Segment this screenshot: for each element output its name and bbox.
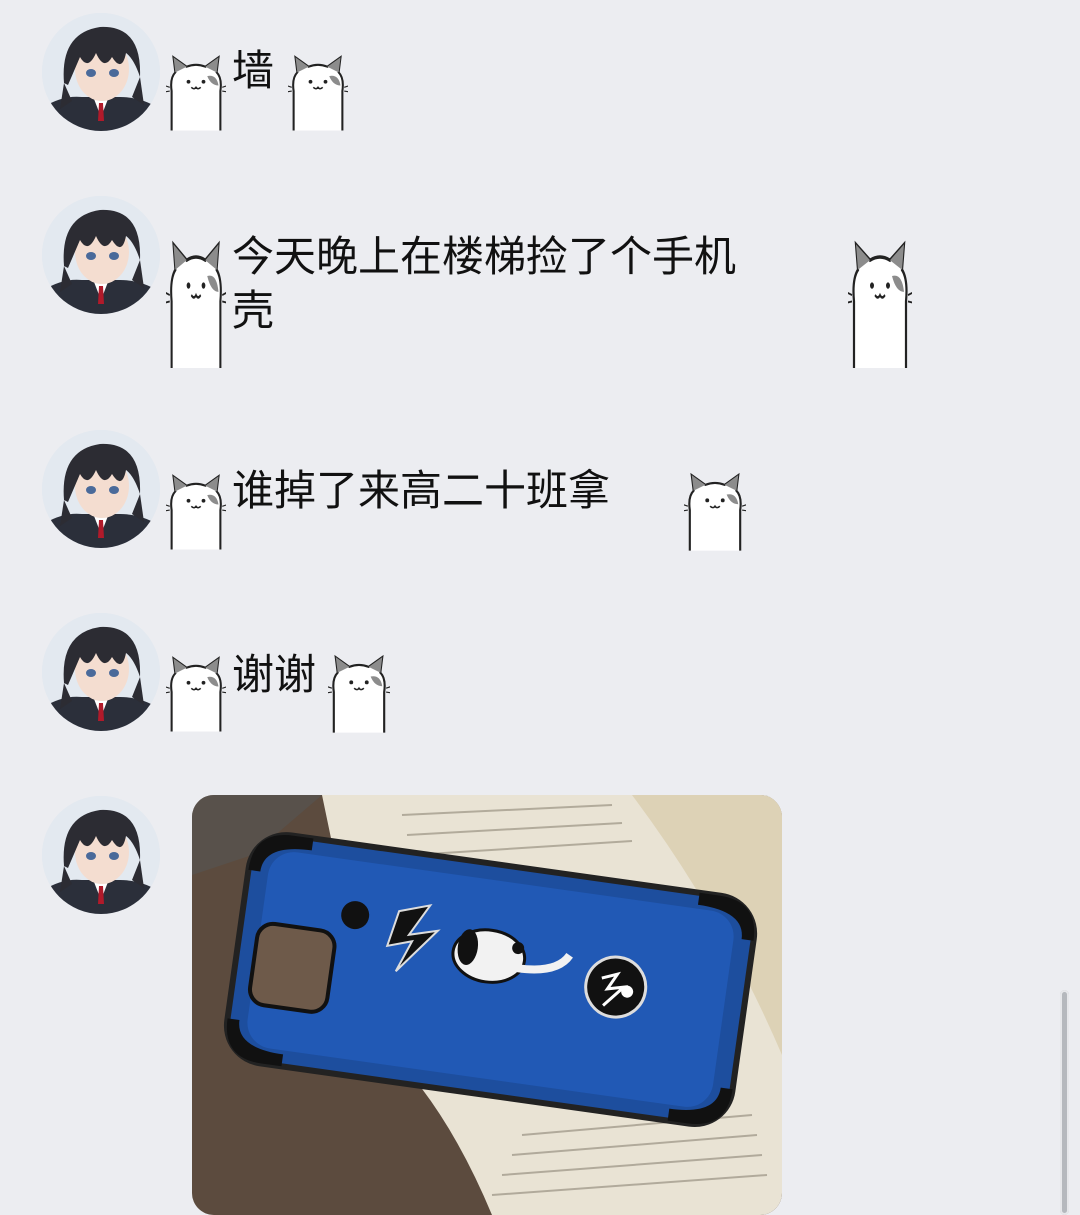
cat-sticker-right-icon [684,470,746,552]
photo-message[interactable] [192,795,782,1215]
message-text: 谁掉了来高二十班拿 [232,466,611,515]
message-text: 墙 [232,46,275,95]
cat-sticker-right-icon [288,52,348,132]
cat-sticker-right-icon [328,652,390,734]
avatar[interactable] [42,196,160,314]
scrollbar[interactable] [1060,990,1069,1215]
cat-sticker-left-icon [166,652,226,734]
cat-sticker-right-icon [848,238,912,368]
cat-sticker-left-icon [166,238,226,368]
cat-sticker-left-icon [166,470,226,552]
avatar[interactable] [42,796,160,914]
cat-sticker-left-icon [166,52,226,132]
message-text: 谢谢 [232,650,317,699]
avatar[interactable] [42,613,160,731]
avatar[interactable] [42,13,160,131]
message-text: 今天晚上在楼梯捡了个手机 壳 [232,232,737,335]
avatar[interactable] [42,430,160,548]
